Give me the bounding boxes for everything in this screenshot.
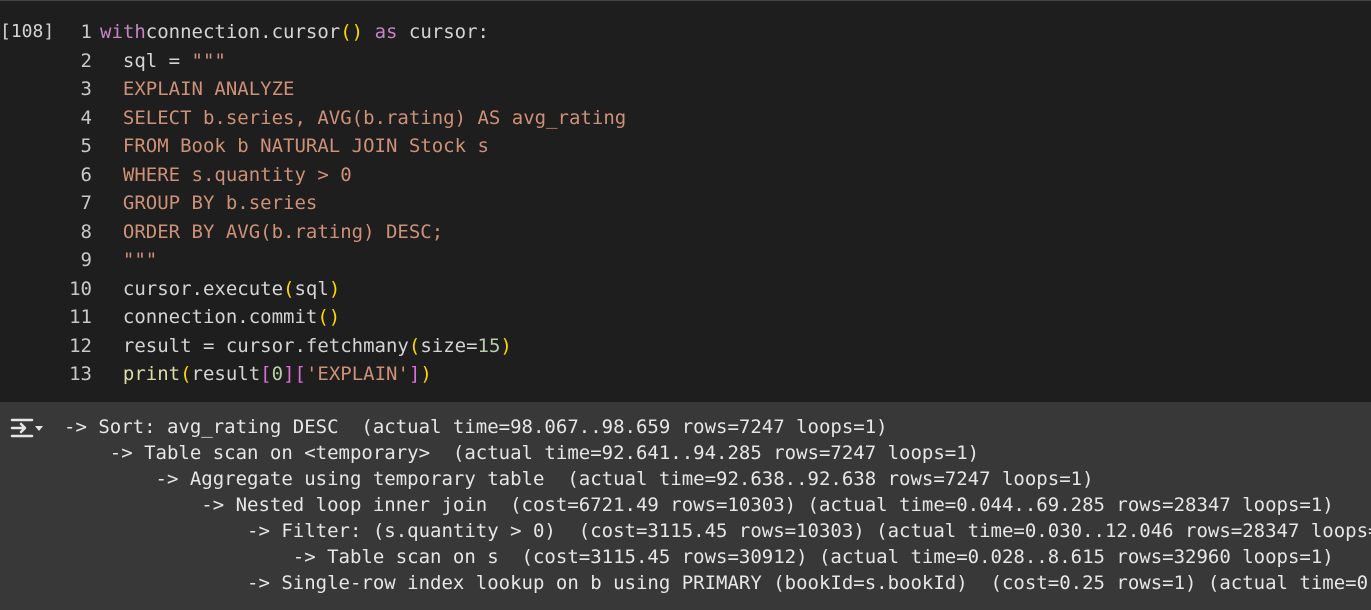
code-text: connection.commit(): [100, 306, 340, 328]
output-line: -> Single-row index lookup on b using PR…: [247, 572, 1371, 594]
line-number: 9: [80, 249, 92, 272]
code-token: ): [500, 334, 512, 357]
code-token: 'EXPLAIN': [305, 363, 409, 386]
line-number: 11: [69, 306, 92, 329]
code-token: connection.cursor: [145, 21, 341, 44]
output-toggle-icon[interactable]: [8, 412, 48, 446]
code-token: (): [340, 21, 364, 44]
code-token: 15: [477, 334, 501, 357]
line-number: 4: [80, 106, 92, 129]
code-line[interactable]: 12 result = cursor.fetchmany(size=15): [64, 332, 626, 361]
code-text: withconnection.cursor() as cursor:: [100, 21, 489, 43]
code-line[interactable]: 7 GROUP BY b.series: [64, 189, 626, 218]
code-token: ): [420, 363, 432, 386]
code-token: size=: [420, 334, 478, 357]
code-token: """: [191, 49, 226, 72]
line-number: 2: [80, 49, 92, 72]
code-text: GROUP BY b.series: [100, 192, 317, 214]
line-number: 1: [80, 21, 92, 44]
code-line[interactable]: 1 withconnection.cursor() as cursor:: [64, 18, 626, 47]
code-token: cursor.execute: [100, 277, 284, 300]
code-line[interactable]: 2 sql = """: [64, 47, 626, 76]
line-number: 13: [69, 363, 92, 386]
code-line[interactable]: 5 FROM Book b NATURAL JOIN Stock s: [64, 132, 626, 161]
output-line: -> Nested loop inner join (cost=6721.49 …: [64, 494, 1334, 516]
code-token: 0: [271, 363, 284, 386]
code-token: (: [283, 277, 295, 300]
line-number: 6: [80, 163, 92, 186]
code-line[interactable]: 9 """: [64, 246, 626, 275]
code-token: (): [317, 306, 341, 329]
cell-output: -> Sort: avg_rating DESC (actual time=98…: [0, 402, 1371, 610]
code-token: with: [100, 21, 146, 44]
output-line: -> Filter: (s.quantity > 0) (cost=3115.4…: [64, 520, 1371, 542]
code-token: result = cursor.fetchmany: [100, 334, 409, 357]
code-text: sql = """: [100, 50, 226, 72]
code-line[interactable]: 13 print(result[0]['EXPLAIN']): [64, 360, 626, 389]
code-token: ): [328, 277, 341, 300]
code-line[interactable]: 6 WHERE s.quantity > 0: [64, 161, 626, 190]
output-line: -> Table scan on s (cost=3115.45 rows=30…: [64, 546, 1334, 568]
code-token: connection.commit: [100, 306, 318, 329]
code-token: as: [363, 21, 398, 44]
code-text: EXPLAIN ANALYZE: [100, 78, 295, 101]
code-token: (: [408, 334, 421, 357]
code-text: cursor.execute(sql): [100, 278, 340, 300]
code-line[interactable]: 10 cursor.execute(sql): [64, 275, 626, 304]
code-token: """: [100, 249, 158, 272]
line-number: 5: [80, 135, 92, 158]
code-token: FROM Book b NATURAL JOIN Stock s: [100, 135, 489, 158]
code-line[interactable]: 4 SELECT b.series, AVG(b.rating) AS avg_…: [64, 104, 627, 133]
code-line[interactable]: 3 EXPLAIN ANALYZE: [64, 75, 626, 104]
code-token: [: [260, 363, 272, 386]
output-line: -> Aggregate using temporary table (actu…: [64, 468, 1094, 490]
code-text: result = cursor.fetchmany(size=15): [100, 335, 512, 357]
code-text: ORDER BY AVG(b.rating) DESC;: [100, 221, 443, 243]
code-text: FROM Book b NATURAL JOIN Stock s: [100, 135, 489, 157]
code-token: print: [100, 363, 181, 386]
code-line[interactable]: 8 ORDER BY AVG(b.rating) DESC;: [64, 218, 626, 247]
code-text: """: [100, 249, 157, 271]
code-text: print(result[0]['EXPLAIN']): [100, 363, 432, 385]
code-token: result: [191, 363, 261, 386]
output-line: -> Sort: avg_rating DESC (actual time=98…: [64, 416, 888, 438]
code-token: EXPLAIN ANALYZE: [100, 78, 295, 101]
code-token: ]: [408, 363, 421, 386]
execution-count: [108]: [0, 21, 55, 42]
output-text: -> Sort: avg_rating DESC (actual time=98…: [64, 414, 1371, 596]
code-token: sql =: [100, 49, 192, 72]
code-text: WHERE s.quantity > 0: [100, 164, 352, 186]
line-number: 10: [69, 277, 92, 300]
code-token: SELECT b.series, AVG(b.rating) AS avg_ra…: [100, 106, 627, 129]
code-token: GROUP BY b.series: [100, 192, 318, 215]
code-token: sql: [294, 277, 329, 300]
code-text: SELECT b.series, AVG(b.rating) AS avg_ra…: [100, 107, 626, 129]
line-number: 8: [80, 220, 92, 243]
code-token: ][: [283, 363, 306, 386]
output-line: -> Table scan on <temporary> (actual tim…: [64, 442, 980, 464]
code-token: WHERE s.quantity > 0: [100, 163, 352, 186]
code-token: cursor:: [397, 21, 489, 44]
code-line[interactable]: 11 connection.commit(): [64, 303, 626, 332]
line-number: 3: [80, 78, 92, 101]
code-token: ORDER BY AVG(b.rating) DESC;: [100, 220, 444, 243]
code-token: (: [180, 363, 192, 386]
code-cell[interactable]: [108] 1 withconnection.cursor() as cursor…: [0, 0, 1371, 403]
line-number: 7: [80, 192, 92, 215]
code-editor[interactable]: 1 withconnection.cursor() as cursor: 2 sql…: [64, 18, 626, 389]
line-number: 12: [69, 334, 92, 357]
